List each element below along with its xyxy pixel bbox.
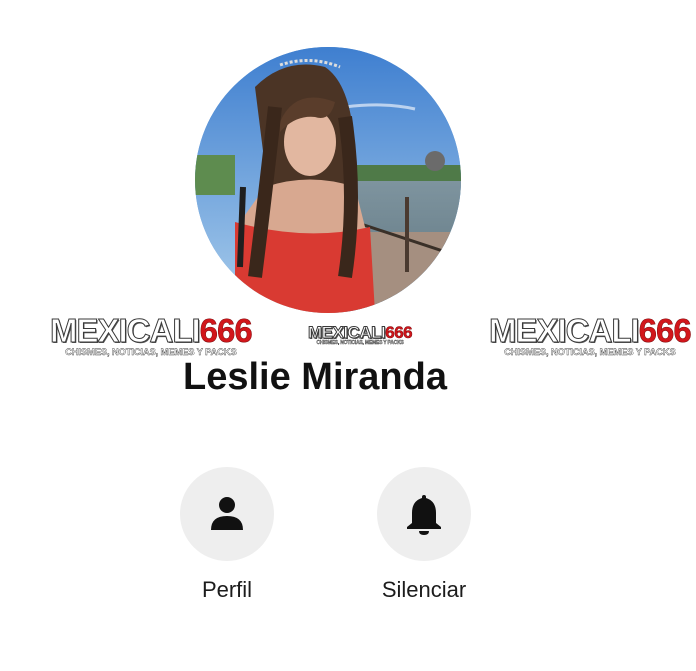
profile-avatar[interactable] xyxy=(195,47,461,313)
mute-button-circle[interactable] xyxy=(377,467,471,561)
watermark-center: MEXICALI666 CHISMES, NOTICIAS, MEMES Y P… xyxy=(307,323,413,346)
person-icon xyxy=(211,497,243,530)
mute-button-label: Silenciar xyxy=(381,577,467,602)
watermark-brand: MEXICALI666 xyxy=(489,312,692,349)
watermark-brand: MEXICALI666 xyxy=(307,323,413,342)
profile-button-label: Perfil xyxy=(201,577,253,602)
mute-button[interactable]: Silenciar xyxy=(354,467,494,603)
watermark-left: MEXICALI666 CHISMES, NOTICIAS, MEMES Y P… xyxy=(50,312,253,358)
avatar-photo xyxy=(195,47,461,313)
watermark-brand: MEXICALI666 xyxy=(50,312,253,349)
profile-button[interactable]: Perfil xyxy=(157,467,297,603)
profile-button-circle[interactable] xyxy=(180,467,274,561)
watermark-right: MEXICALI666 CHISMES, NOTICIAS, MEMES Y P… xyxy=(489,312,692,358)
watermark-tagline: CHISMES, NOTICIAS, MEMES Y PACKS xyxy=(316,340,404,346)
bell-icon xyxy=(407,495,441,535)
profile-name: Leslie Miranda xyxy=(183,356,447,398)
